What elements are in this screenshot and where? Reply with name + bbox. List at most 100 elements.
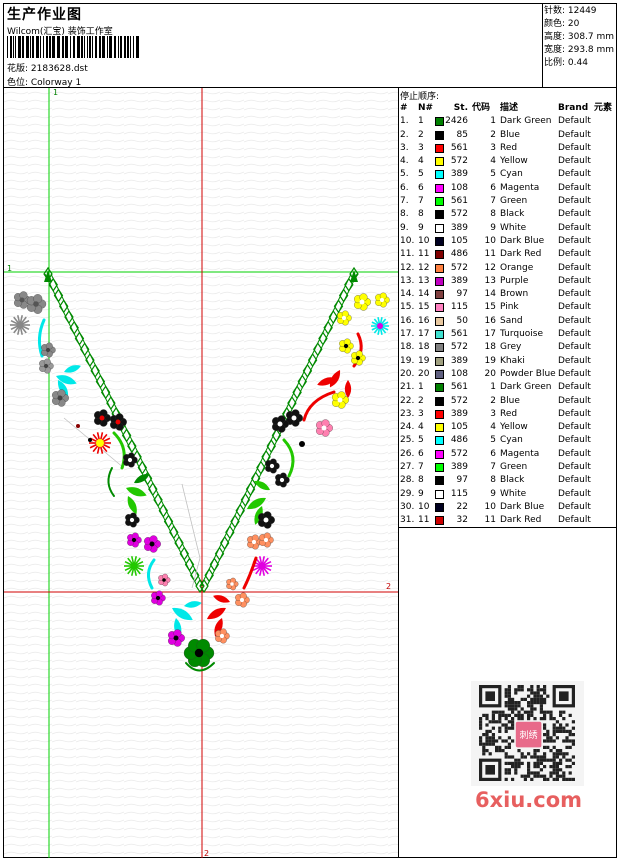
flower-center <box>263 537 269 543</box>
qr-module <box>546 777 550 781</box>
row-code: 17 <box>484 329 496 340</box>
qr-module <box>543 710 547 714</box>
qr-module <box>517 717 521 721</box>
row-brand: Default <box>558 515 591 526</box>
row-description: White <box>500 488 527 499</box>
color-swatch <box>435 170 444 180</box>
row-stitches: 115 <box>450 302 468 313</box>
barcode-bar <box>26 36 29 58</box>
qr-module <box>498 749 502 753</box>
row-stitches: 105 <box>450 422 468 433</box>
row-brand: Default <box>558 289 591 300</box>
color-swatch <box>435 183 444 193</box>
barcode-bar <box>22 36 24 58</box>
qr-module <box>527 752 531 756</box>
qr-module <box>539 697 543 701</box>
qr-module <box>562 739 566 743</box>
table-row: 2. 2 85 2 Blue Default <box>400 129 617 142</box>
qr-module <box>539 694 543 698</box>
color-swatch <box>435 476 444 486</box>
color-swatch <box>435 383 444 393</box>
qr-module <box>539 758 543 762</box>
row-needle: 17 <box>418 329 430 340</box>
qr-module <box>565 723 569 727</box>
qr-module <box>533 765 537 769</box>
qr-module <box>511 717 515 721</box>
qr-module <box>555 761 559 765</box>
qr-module <box>555 755 559 759</box>
table-row: 16. 16 50 16 Sand Default <box>400 315 617 328</box>
color-swatch <box>435 489 444 499</box>
sheet-title: 生产作业图 <box>7 7 82 23</box>
barcode-bar <box>124 36 126 58</box>
qr-module <box>559 761 563 765</box>
row-description: Blue <box>500 129 520 140</box>
qr-module <box>552 758 556 762</box>
col-header-stitches: St. <box>453 103 468 113</box>
table-row: 9. 9 389 9 White Default <box>400 222 617 235</box>
col-header-element: 元素 <box>594 103 613 113</box>
qr-module <box>555 768 559 772</box>
row-stitches: 572 <box>450 395 468 406</box>
qr-module <box>552 723 556 727</box>
table-row: 31. 11 32 11 Dark Red Default <box>400 514 617 527</box>
row-stitches: 115 <box>450 488 468 499</box>
qr-module <box>552 771 556 775</box>
qr-module <box>530 707 534 711</box>
qr-module <box>530 691 534 695</box>
barcode-bar <box>46 36 48 58</box>
qr-module <box>517 704 521 708</box>
barcode-bar <box>130 36 131 58</box>
row-index: 2. <box>400 129 409 140</box>
qr-module <box>511 755 515 759</box>
qr-module <box>485 713 489 717</box>
qr-module <box>507 713 511 717</box>
guide-label-top: 1 <box>53 88 58 97</box>
design-file-label: 花版: 2183628.dst <box>7 64 88 74</box>
table-row: 21. 1 561 1 Dark Green Default <box>400 381 617 394</box>
table-header-row: # N# St. 代码 描述 Brand 元素 <box>400 102 617 115</box>
qr-module <box>488 720 492 724</box>
qr-module <box>507 771 511 775</box>
qr-module <box>543 688 547 692</box>
row-brand: Default <box>558 182 591 193</box>
stop-sequence-label: 停止顺序: <box>400 92 440 102</box>
flower-center <box>57 395 63 401</box>
row-description: Orange <box>500 262 534 273</box>
row-needle: 18 <box>418 342 430 353</box>
qr-module <box>498 713 502 717</box>
flower-center <box>19 297 25 303</box>
row-stitches: 389 <box>450 222 468 233</box>
row-description: Khaki <box>500 355 525 366</box>
row-index: 19. <box>400 355 415 366</box>
qr-module <box>546 694 550 698</box>
qr-module <box>479 720 483 724</box>
qr-module <box>527 771 531 775</box>
row-index: 24. <box>400 422 415 433</box>
qr-module <box>549 765 553 769</box>
design-width: 宽度: 293.8 mm <box>544 45 615 55</box>
row-needle: 2 <box>418 129 424 140</box>
qr-module <box>507 694 511 698</box>
table-row: 26. 6 572 6 Magenta Default <box>400 448 617 461</box>
stitch-count: 针数: 12449 <box>544 6 597 16</box>
color-swatch <box>435 157 444 167</box>
flower-center <box>291 415 297 421</box>
row-needle: 6 <box>418 182 424 193</box>
color-swatch <box>435 117 444 127</box>
qr-module <box>504 723 508 727</box>
row-description: Dark Blue <box>500 501 545 512</box>
row-code: 10 <box>484 235 496 246</box>
qr-module <box>507 685 511 689</box>
row-brand: Default <box>558 196 591 207</box>
qr-module <box>565 765 569 769</box>
row-description: Powder Blue <box>500 368 556 379</box>
row-description: Yellow <box>500 422 528 433</box>
row-stitches: 97 <box>456 289 468 300</box>
row-description: Black <box>500 209 525 220</box>
qr-module <box>549 771 553 775</box>
qr-module <box>485 736 489 740</box>
row-index: 29. <box>400 488 415 499</box>
qr-module <box>539 755 543 759</box>
qr-module <box>536 685 540 689</box>
